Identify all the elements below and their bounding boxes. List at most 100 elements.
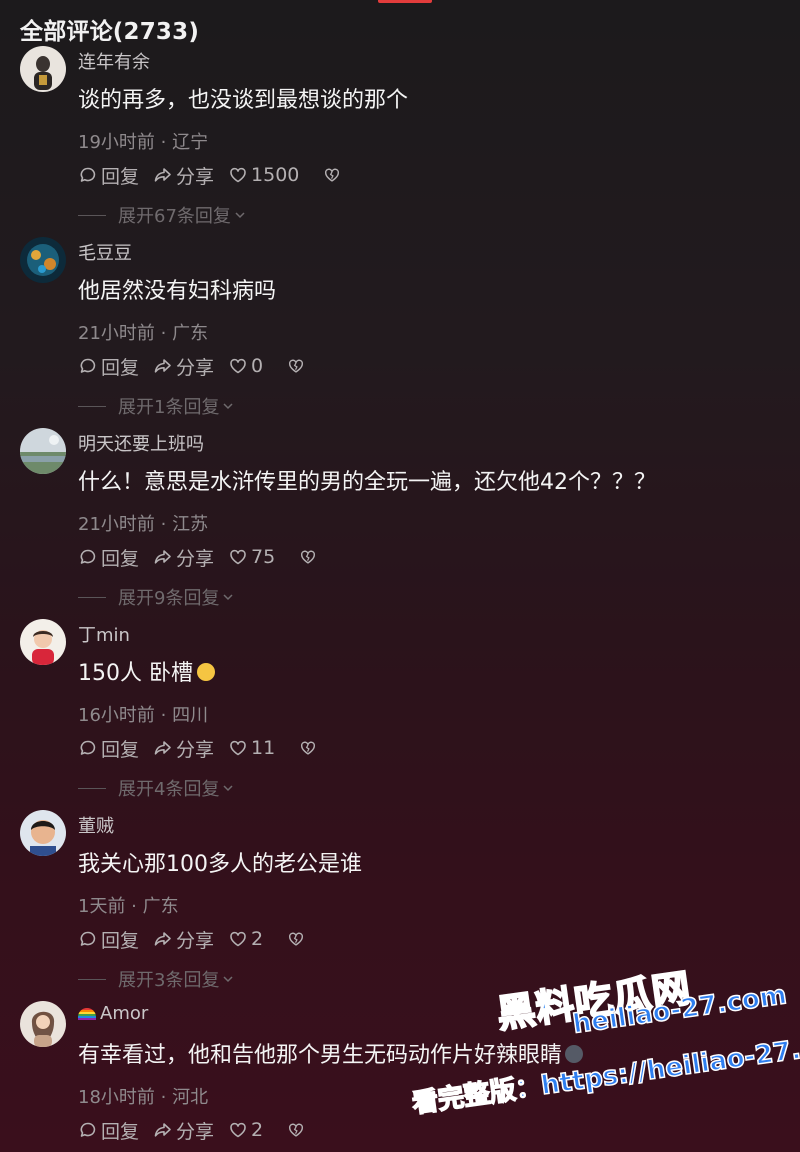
comment-text: 什么！意思是水浒传里的男的全玩一遍，还欠他42个？？？ <box>78 470 656 495</box>
dislike-button[interactable] <box>277 357 308 375</box>
share-label: 分享 <box>176 1120 215 1143</box>
share-label: 分享 <box>176 356 215 379</box>
reply-button[interactable]: 回复 <box>78 162 139 189</box>
meta-separator: · <box>154 705 173 726</box>
share-button[interactable]: 分享 <box>153 735 214 762</box>
dislike-button[interactable] <box>289 739 320 757</box>
username[interactable]: 毛豆豆 <box>78 239 132 265</box>
comment-text: 我关心那100多人的老公是谁 <box>78 852 362 877</box>
username[interactable]: Amor <box>78 1003 148 1024</box>
dislike-button[interactable] <box>289 548 320 566</box>
expand-replies-button[interactable]: 展开4条回复 <box>78 775 235 801</box>
share-label: 分享 <box>176 929 215 952</box>
like-count: 11 <box>251 737 276 759</box>
share-button[interactable]: 分享 <box>153 353 214 380</box>
expand-replies-label: 展开67条回复 <box>118 206 231 227</box>
comment-meta: 18小时前 · 河北 <box>78 1083 208 1109</box>
comment-actions: 回复 分享 2 <box>78 1117 322 1144</box>
avatar[interactable] <box>20 1001 66 1047</box>
like-button[interactable]: 2 <box>228 1119 263 1141</box>
comment-actions: 回复 分享 2 <box>78 926 322 953</box>
username[interactable]: 丁min <box>78 621 130 647</box>
expand-replies-label: 展开4条回复 <box>118 779 220 800</box>
comment-location: 四川 <box>172 705 209 726</box>
share-button[interactable]: 分享 <box>153 544 214 571</box>
comment-text: 谈的再多，也没谈到最想谈的那个 <box>78 88 409 113</box>
comment-time: 18小时前 <box>78 1087 155 1108</box>
reply-button[interactable]: 回复 <box>78 544 139 571</box>
chevron-down-icon <box>223 976 233 983</box>
expand-replies-button[interactable]: 展开9条回复 <box>78 584 235 610</box>
comment-meta: 19小时前 · 辽宁 <box>78 128 208 154</box>
like-count: 75 <box>251 546 276 568</box>
comments-header: 全部评论(2733) <box>20 19 200 45</box>
expand-replies-button[interactable]: 展开3条回复 <box>78 966 235 992</box>
like-button[interactable]: 11 <box>228 737 275 759</box>
comment-meta: 21小时前 · 广东 <box>78 319 208 345</box>
reply-button[interactable]: 回复 <box>78 353 139 380</box>
laughing-emoji-icon <box>197 663 215 681</box>
meta-separator: · <box>125 896 143 917</box>
reply-button[interactable]: 回复 <box>78 926 139 953</box>
broken-heart-icon <box>325 168 340 182</box>
broken-heart-icon <box>301 550 316 564</box>
expand-replies-label: 展开1条回复 <box>118 397 220 418</box>
reply-label: 回复 <box>101 356 140 379</box>
comment-actions: 回复 分享 0 <box>78 353 322 380</box>
expand-replies-button[interactable]: 展开67条回复 <box>78 202 247 228</box>
comment-time: 16小时前 <box>78 705 155 726</box>
like-count: 2 <box>251 1119 264 1141</box>
expand-replies-button[interactable]: 展开1条回复 <box>78 393 235 419</box>
username[interactable]: 董贼 <box>78 812 114 838</box>
username-text: Amor <box>100 1003 149 1024</box>
avatar[interactable] <box>20 46 66 92</box>
dislike-button[interactable] <box>277 1121 308 1139</box>
comment-text-body: 有幸看过，他和告他那个男生无码动作片好辣眼睛 <box>78 1043 563 1068</box>
heart-icon <box>230 931 246 947</box>
avatar[interactable] <box>20 428 66 474</box>
heart-icon <box>230 167 246 183</box>
reply-button[interactable]: 回复 <box>78 1117 139 1144</box>
like-button[interactable]: 1500 <box>228 164 299 186</box>
comment-text: 150人 卧槽 <box>78 655 215 687</box>
avatar[interactable] <box>20 810 66 856</box>
rainbow-emoji-icon <box>78 1008 96 1020</box>
divider <box>78 978 106 980</box>
comment-time: 21小时前 <box>78 323 155 344</box>
heart-icon <box>230 740 246 756</box>
share-button[interactable]: 分享 <box>153 162 214 189</box>
meta-separator: · <box>154 514 173 535</box>
meta-separator: · <box>154 132 173 153</box>
comment-meta: 1天前 · 广东 <box>78 892 179 918</box>
reply-label: 回复 <box>101 929 140 952</box>
divider <box>78 214 106 216</box>
dislike-button[interactable] <box>313 166 344 184</box>
share-button[interactable]: 分享 <box>153 1117 214 1144</box>
username[interactable]: 明天还要上班吗 <box>78 430 204 456</box>
comment-bubble-icon <box>80 358 96 373</box>
share-label: 分享 <box>176 165 215 188</box>
chevron-down-icon <box>223 594 233 601</box>
meta-separator: · <box>154 1087 173 1108</box>
comment-location: 辽宁 <box>172 132 209 153</box>
share-arrow-icon <box>154 1123 171 1137</box>
comment-location: 广东 <box>142 896 179 917</box>
share-button[interactable]: 分享 <box>153 926 214 953</box>
username[interactable]: 连年有余 <box>78 48 150 74</box>
comment-actions: 回复 分享 75 <box>78 544 334 571</box>
like-button[interactable]: 2 <box>228 928 263 950</box>
reply-button[interactable]: 回复 <box>78 735 139 762</box>
like-count: 1500 <box>251 164 300 186</box>
comment-time: 1天前 <box>78 896 126 917</box>
like-button[interactable]: 75 <box>228 546 275 568</box>
comment-location: 江苏 <box>172 514 209 535</box>
comment-bubble-icon <box>80 1122 96 1137</box>
comment-bubble-icon <box>80 167 96 182</box>
share-arrow-icon <box>154 932 171 946</box>
dislike-button[interactable] <box>277 930 308 948</box>
expand-replies-label: 展开9条回复 <box>118 588 220 609</box>
expand-replies-label: 展开3条回复 <box>118 970 220 991</box>
avatar[interactable] <box>20 237 66 283</box>
avatar[interactable] <box>20 619 66 665</box>
like-button[interactable]: 0 <box>228 355 263 377</box>
